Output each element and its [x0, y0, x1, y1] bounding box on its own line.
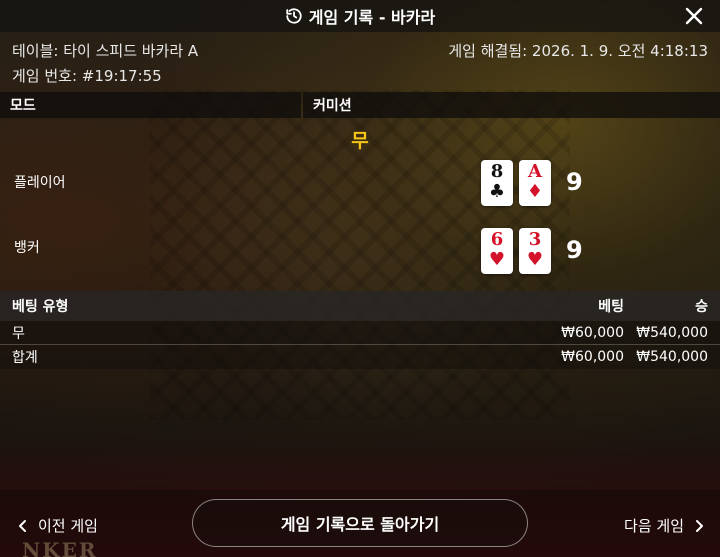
next-game-button[interactable]: 다음 게임 — [624, 515, 704, 536]
next-game-label: 다음 게임 — [624, 517, 684, 535]
player-score: 9 — [566, 168, 583, 196]
card-rank: 3 — [528, 229, 542, 250]
total-win: ₩540,000 — [636, 349, 708, 365]
modal-header: 게임 기록 - 바카라 — [0, 0, 720, 32]
banker-score: 9 — [566, 236, 583, 264]
card-rank: 8 — [490, 161, 504, 182]
bet-type: 무 — [12, 325, 25, 342]
footer-nav: 이전 게임 게임 기록으로 돌아가기 다음 게임 — [0, 490, 720, 557]
game-number-row: 게임 번호: #19:17:55 — [12, 65, 708, 86]
win-amount-header: 승 — [695, 299, 708, 315]
mode-commission-header: 모드 커미션 — [0, 92, 720, 118]
bet-table: 베팅 유형 베팅 승 무 ₩60,000 ₩540,000 합계 ₩60,000… — [0, 291, 720, 369]
game-info-row: 테이블: 타이 스피드 바카라 A 게임 해결됨: 2026. 1. 9. 오전… — [12, 40, 708, 61]
club-icon: ♣ — [488, 181, 506, 202]
player-cards: 8 ♣ A ♦ — [481, 160, 551, 206]
playing-card: 3 ♥ — [519, 228, 551, 274]
player-label: 플레이어 — [14, 175, 66, 191]
win-amount: ₩540,000 — [636, 324, 708, 341]
table-name: 테이블: 타이 스피드 바카라 A — [12, 42, 199, 60]
history-icon — [285, 7, 303, 25]
banker-cards: 6 ♥ 3 ♥ — [481, 228, 551, 274]
heart-icon: ♥ — [526, 249, 544, 270]
bet-amount: ₩60,000 — [561, 324, 624, 341]
table-row: 무 ₩60,000 ₩540,000 — [0, 321, 720, 345]
back-to-history-button[interactable]: 게임 기록으로 돌아가기 — [192, 499, 528, 547]
diamond-icon: ♦ — [526, 181, 544, 202]
resolved-time: 게임 해결됨: 2026. 1. 9. 오전 4:18:13 — [448, 42, 708, 60]
title-wrap: 게임 기록 - 바카라 — [285, 4, 435, 28]
chevron-right-icon — [696, 519, 703, 532]
previous-game-label: 이전 게임 — [38, 517, 98, 535]
bet-table-header: 베팅 유형 베팅 승 — [0, 291, 720, 321]
card-rank: A — [528, 161, 542, 182]
heart-icon: ♥ — [488, 249, 506, 270]
game-number: 게임 번호: #19:17:55 — [12, 67, 162, 85]
bet-amount-header: 베팅 — [598, 299, 624, 315]
close-icon — [685, 7, 703, 25]
previous-game-button[interactable]: 이전 게임 — [18, 515, 98, 536]
playing-card: 6 ♥ — [481, 228, 513, 274]
playing-card: 8 ♣ — [481, 160, 513, 206]
modal-title: 게임 기록 - 바카라 — [308, 8, 436, 27]
bet-type-header: 베팅 유형 — [12, 299, 69, 315]
total-label: 합계 — [12, 350, 38, 366]
chevron-left-icon — [19, 519, 26, 532]
game-outcome: 무 — [351, 130, 369, 152]
banker-label: 뱅커 — [14, 240, 40, 256]
commission-label: 커미션 — [303, 92, 720, 118]
total-bet: ₩60,000 — [561, 349, 624, 365]
card-rank: 6 — [490, 229, 504, 250]
close-button[interactable] — [682, 4, 706, 28]
playing-card: A ♦ — [519, 160, 551, 206]
total-row: 합계 ₩60,000 ₩540,000 — [0, 345, 720, 369]
mode-label: 모드 — [0, 92, 301, 118]
